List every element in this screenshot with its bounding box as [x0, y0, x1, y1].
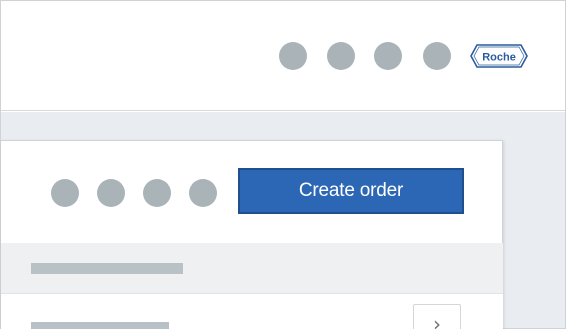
- header-placeholder-bar: [31, 263, 183, 274]
- header-circle-icon-1[interactable]: [279, 42, 307, 70]
- card-circle-icon-4[interactable]: [189, 179, 217, 207]
- create-order-button[interactable]: Create order: [238, 168, 464, 214]
- table-header-row: [1, 243, 503, 293]
- card-circle-icon-1[interactable]: [51, 179, 79, 207]
- header-circle-icon-4[interactable]: [423, 42, 451, 70]
- orders-card: Create order ›: [1, 140, 503, 329]
- header-circle-icon-3[interactable]: [374, 42, 402, 70]
- chevron-right-icon[interactable]: ›: [413, 304, 461, 329]
- card-circle-icon-2[interactable]: [97, 179, 125, 207]
- card-circle-icon-3[interactable]: [143, 179, 171, 207]
- top-header: Roche: [1, 1, 565, 111]
- header-circle-icon-2[interactable]: [327, 42, 355, 70]
- roche-logo-icon: Roche: [470, 44, 528, 68]
- roche-logo: Roche: [470, 44, 528, 68]
- table-row[interactable]: ›: [1, 293, 503, 329]
- roche-logo-text: Roche: [482, 52, 516, 64]
- row-placeholder-bar: [31, 322, 169, 329]
